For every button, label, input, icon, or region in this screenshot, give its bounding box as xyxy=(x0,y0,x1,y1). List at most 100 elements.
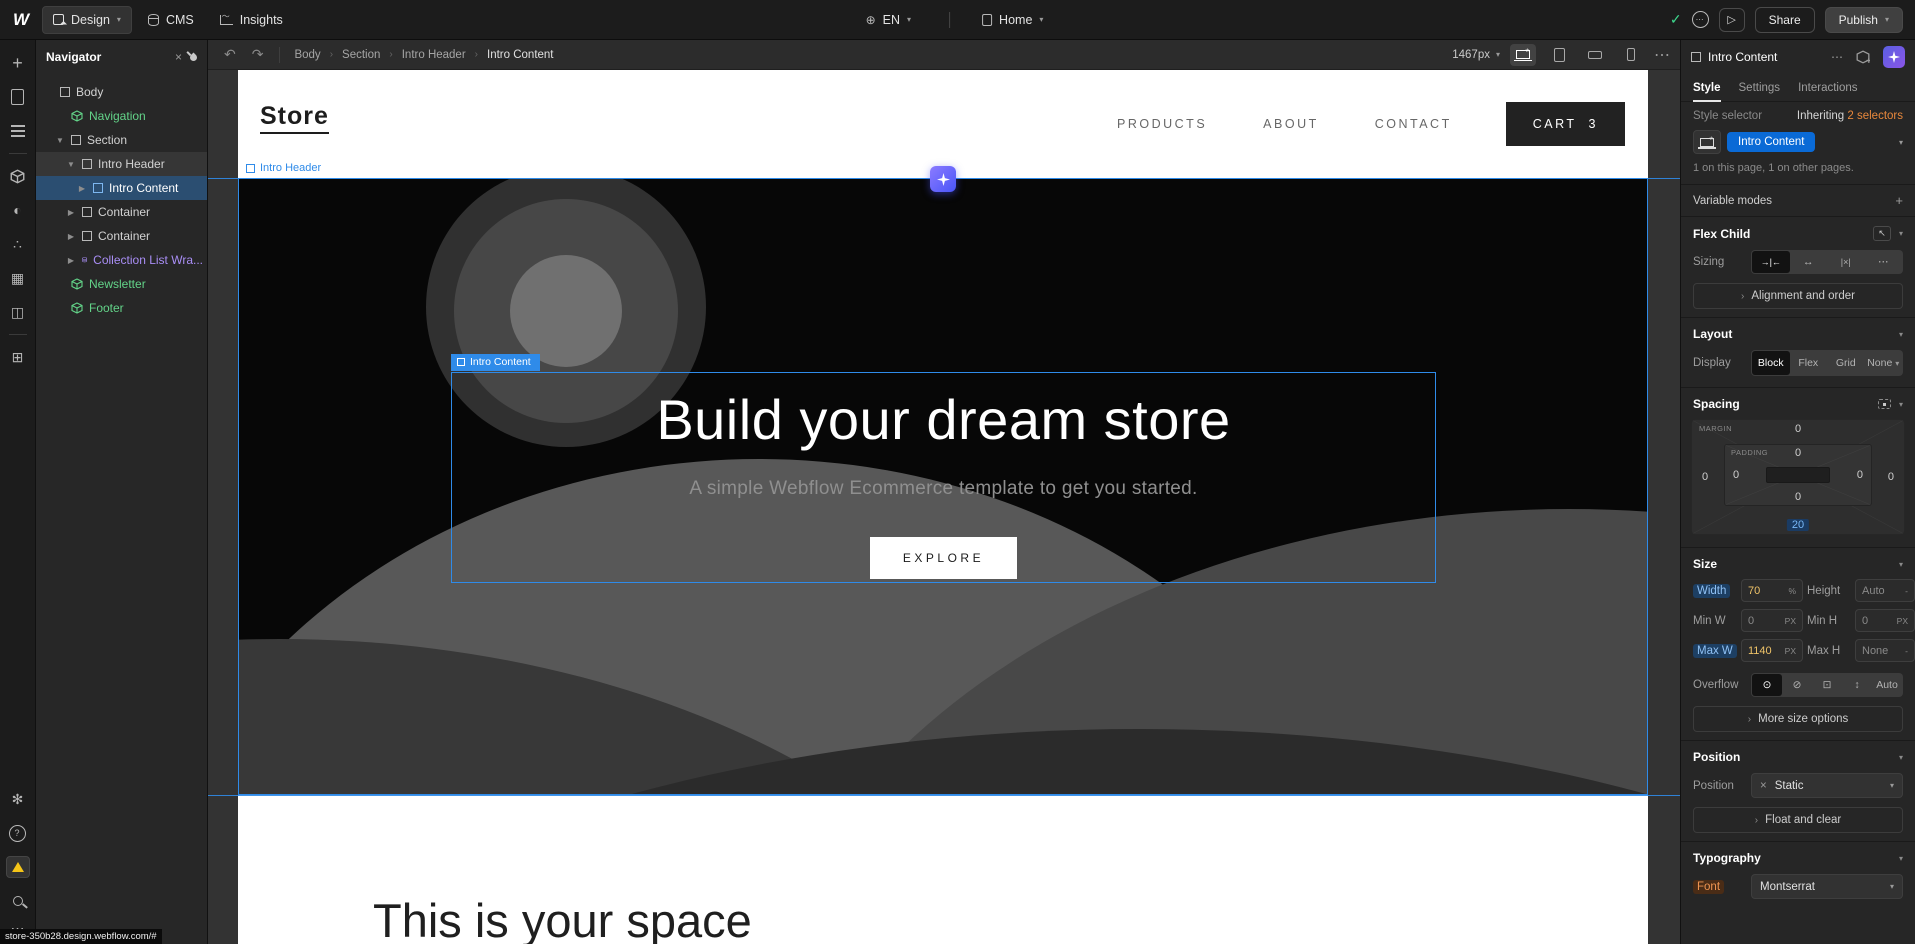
components-button[interactable] xyxy=(0,159,36,193)
clear-icon[interactable]: × xyxy=(1760,780,1767,792)
redo-button[interactable]: ↷ xyxy=(252,46,264,63)
tree-item-navigation[interactable]: Navigation xyxy=(36,104,207,128)
height-field[interactable]: Auto - xyxy=(1855,579,1915,602)
overflow-visible-button[interactable]: ⊙ xyxy=(1752,674,1782,696)
chevron-down-icon[interactable]: ▾ xyxy=(1899,753,1903,762)
hero-subtitle[interactable]: A simple Webflow Ecommerce template to g… xyxy=(689,478,1197,500)
chevron-right-icon[interactable]: ▶ xyxy=(66,208,76,217)
display-grid-button[interactable]: Grid xyxy=(1827,351,1865,375)
chevron-right-icon[interactable]: ▶ xyxy=(66,256,76,265)
chevron-down-icon[interactable]: ▾ xyxy=(1899,560,1903,569)
section-heading[interactable]: This is your space xyxy=(373,893,752,944)
margin-padding-control[interactable]: MARGIN 0 0 0 20 PADDING 0 0 0 0 xyxy=(1691,419,1905,535)
spacing-mode-icon[interactable] xyxy=(1878,399,1891,409)
breakpoint-tablet-button[interactable] xyxy=(1546,44,1572,66)
comments-icon[interactable]: ⋯ xyxy=(1692,11,1709,28)
padding-left-value[interactable]: 0 xyxy=(1733,469,1739,481)
audit-panel-button[interactable] xyxy=(0,850,36,884)
tree-item-container[interactable]: ▶ Container xyxy=(36,200,207,224)
page-switcher[interactable]: Home ▾ xyxy=(972,7,1053,33)
element-action-handle[interactable] xyxy=(930,166,956,192)
chevron-right-icon[interactable]: ▶ xyxy=(66,232,76,241)
add-icon[interactable]: + xyxy=(1895,193,1903,208)
chevron-right-icon[interactable]: ▶ xyxy=(77,184,87,193)
breakpoint-desktop-button[interactable]: * xyxy=(1510,44,1536,66)
variable-modes-row[interactable]: Variable modes + xyxy=(1681,185,1915,217)
cart-button[interactable]: CART 3 xyxy=(1506,102,1625,146)
ai-assistant-button[interactable] xyxy=(1883,46,1905,68)
search-button[interactable] xyxy=(0,884,36,918)
font-select[interactable]: Montserrat ▾ xyxy=(1751,874,1903,899)
width-field[interactable]: 70 % xyxy=(1741,579,1803,602)
padding-top-value[interactable]: 0 xyxy=(1795,447,1801,459)
style-selector-field[interactable]: * Intro Content ▾ xyxy=(1693,130,1903,154)
overflow-scroll-button[interactable]: ↕ xyxy=(1842,674,1872,696)
chevron-down-icon[interactable]: ▼ xyxy=(66,160,76,169)
inheriting-selectors-link[interactable]: 2 selectors xyxy=(1847,110,1903,122)
webflow-logo[interactable]: W xyxy=(0,0,42,40)
settings-button[interactable]: ✻ xyxy=(0,782,36,816)
sizing-grow-button[interactable]: ↔ xyxy=(1790,251,1828,273)
breadcrumb-item[interactable]: Intro Header xyxy=(402,49,466,61)
tab-interactions[interactable]: Interactions xyxy=(1798,74,1857,101)
design-canvas[interactable]: Store PRODUCTS ABOUT CONTACT CART 3 Intr… xyxy=(208,70,1680,944)
insights-button[interactable]: Insights xyxy=(210,7,293,33)
max-width-field[interactable]: 1140 PX xyxy=(1741,639,1803,662)
hero-heading[interactable]: Build your dream store xyxy=(656,387,1230,452)
min-width-field[interactable]: 0 PX xyxy=(1741,609,1803,632)
float-and-clear-button[interactable]: › Float and clear xyxy=(1693,807,1903,833)
design-mode-button[interactable]: Design ▾ xyxy=(42,6,132,34)
display-flex-button[interactable]: Flex xyxy=(1790,351,1828,375)
sizing-shrink-button[interactable]: →|← xyxy=(1752,251,1790,273)
cms-button[interactable]: CMS xyxy=(138,7,204,33)
padding-right-value[interactable]: 0 xyxy=(1857,469,1863,481)
close-icon[interactable]: × xyxy=(175,50,182,64)
publish-button[interactable]: Publish ▾ xyxy=(1825,7,1903,33)
chevron-down-icon[interactable]: ▾ xyxy=(1899,138,1903,147)
chevron-down-icon[interactable]: ▾ xyxy=(1899,854,1903,863)
margin-bottom-value[interactable]: 20 xyxy=(1787,519,1809,531)
tree-item-footer[interactable]: Footer xyxy=(36,296,207,320)
nav-link-about[interactable]: ABOUT xyxy=(1235,117,1347,131)
max-height-field[interactable]: None - xyxy=(1855,639,1915,662)
share-button[interactable]: Share xyxy=(1755,7,1815,33)
preview-button[interactable]: ▷ xyxy=(1719,8,1745,32)
padding-control[interactable]: PADDING 0 0 0 0 xyxy=(1724,444,1872,506)
margin-left-value[interactable]: 0 xyxy=(1702,471,1708,483)
tree-item-section[interactable]: ▼ Section xyxy=(36,128,207,152)
margin-right-value[interactable]: 0 xyxy=(1888,471,1894,483)
libraries-button[interactable]: ◫ xyxy=(0,295,36,329)
parent-element-icon[interactable]: ↖ xyxy=(1873,226,1891,241)
tree-item-newsletter[interactable]: Newsletter xyxy=(36,272,207,296)
apps-button[interactable]: ⊞ xyxy=(0,340,36,374)
breadcrumb-item[interactable]: Body xyxy=(294,49,320,61)
tree-item-body[interactable]: Body xyxy=(36,80,207,104)
chevron-down-icon[interactable]: ▼ xyxy=(55,136,65,145)
tree-item-intro-content[interactable]: ▶ Intro Content xyxy=(36,176,207,200)
sizing-more-button[interactable]: ⋯ xyxy=(1865,251,1903,273)
chevron-down-icon[interactable]: ▾ xyxy=(1899,330,1903,339)
more-breakpoints-button[interactable]: ⋯ xyxy=(1654,45,1670,65)
breadcrumb-item[interactable]: Section xyxy=(342,49,380,61)
styles-button[interactable]: ◐ xyxy=(0,193,36,227)
site-logo[interactable]: Store xyxy=(260,102,329,134)
tab-style[interactable]: Style xyxy=(1693,74,1721,101)
add-elements-button[interactable]: + xyxy=(0,46,36,80)
assets-button[interactable]: ▦ xyxy=(0,261,36,295)
explore-button[interactable]: EXPLORE xyxy=(870,537,1017,579)
overflow-hidden-button[interactable]: ⊘ xyxy=(1782,674,1812,696)
sizing-fixed-button[interactable]: |×| xyxy=(1827,251,1865,273)
position-select[interactable]: × Static ▾ xyxy=(1751,773,1903,798)
viewport-width-control[interactable]: 1467px ▾ xyxy=(1452,49,1500,61)
breakpoint-phone-button[interactable] xyxy=(1618,44,1644,66)
intro-content-label[interactable]: Intro Content xyxy=(451,354,540,371)
undo-button[interactable]: ↶ xyxy=(224,46,236,63)
chevron-down-icon[interactable]: ▾ xyxy=(1899,229,1903,238)
site-header[interactable]: Store PRODUCTS ABOUT CONTACT CART 3 Intr… xyxy=(238,70,1648,178)
tree-item-intro-header[interactable]: ▼ Intro Header xyxy=(36,152,207,176)
tree-item-container[interactable]: ▶ Container xyxy=(36,224,207,248)
navigator-button[interactable] xyxy=(0,114,36,148)
display-block-button[interactable]: Block xyxy=(1752,351,1790,375)
hero-section[interactable]: Intro Content Build your dream store A s… xyxy=(238,178,1648,795)
breakpoint-phone-landscape-button[interactable] xyxy=(1582,44,1608,66)
